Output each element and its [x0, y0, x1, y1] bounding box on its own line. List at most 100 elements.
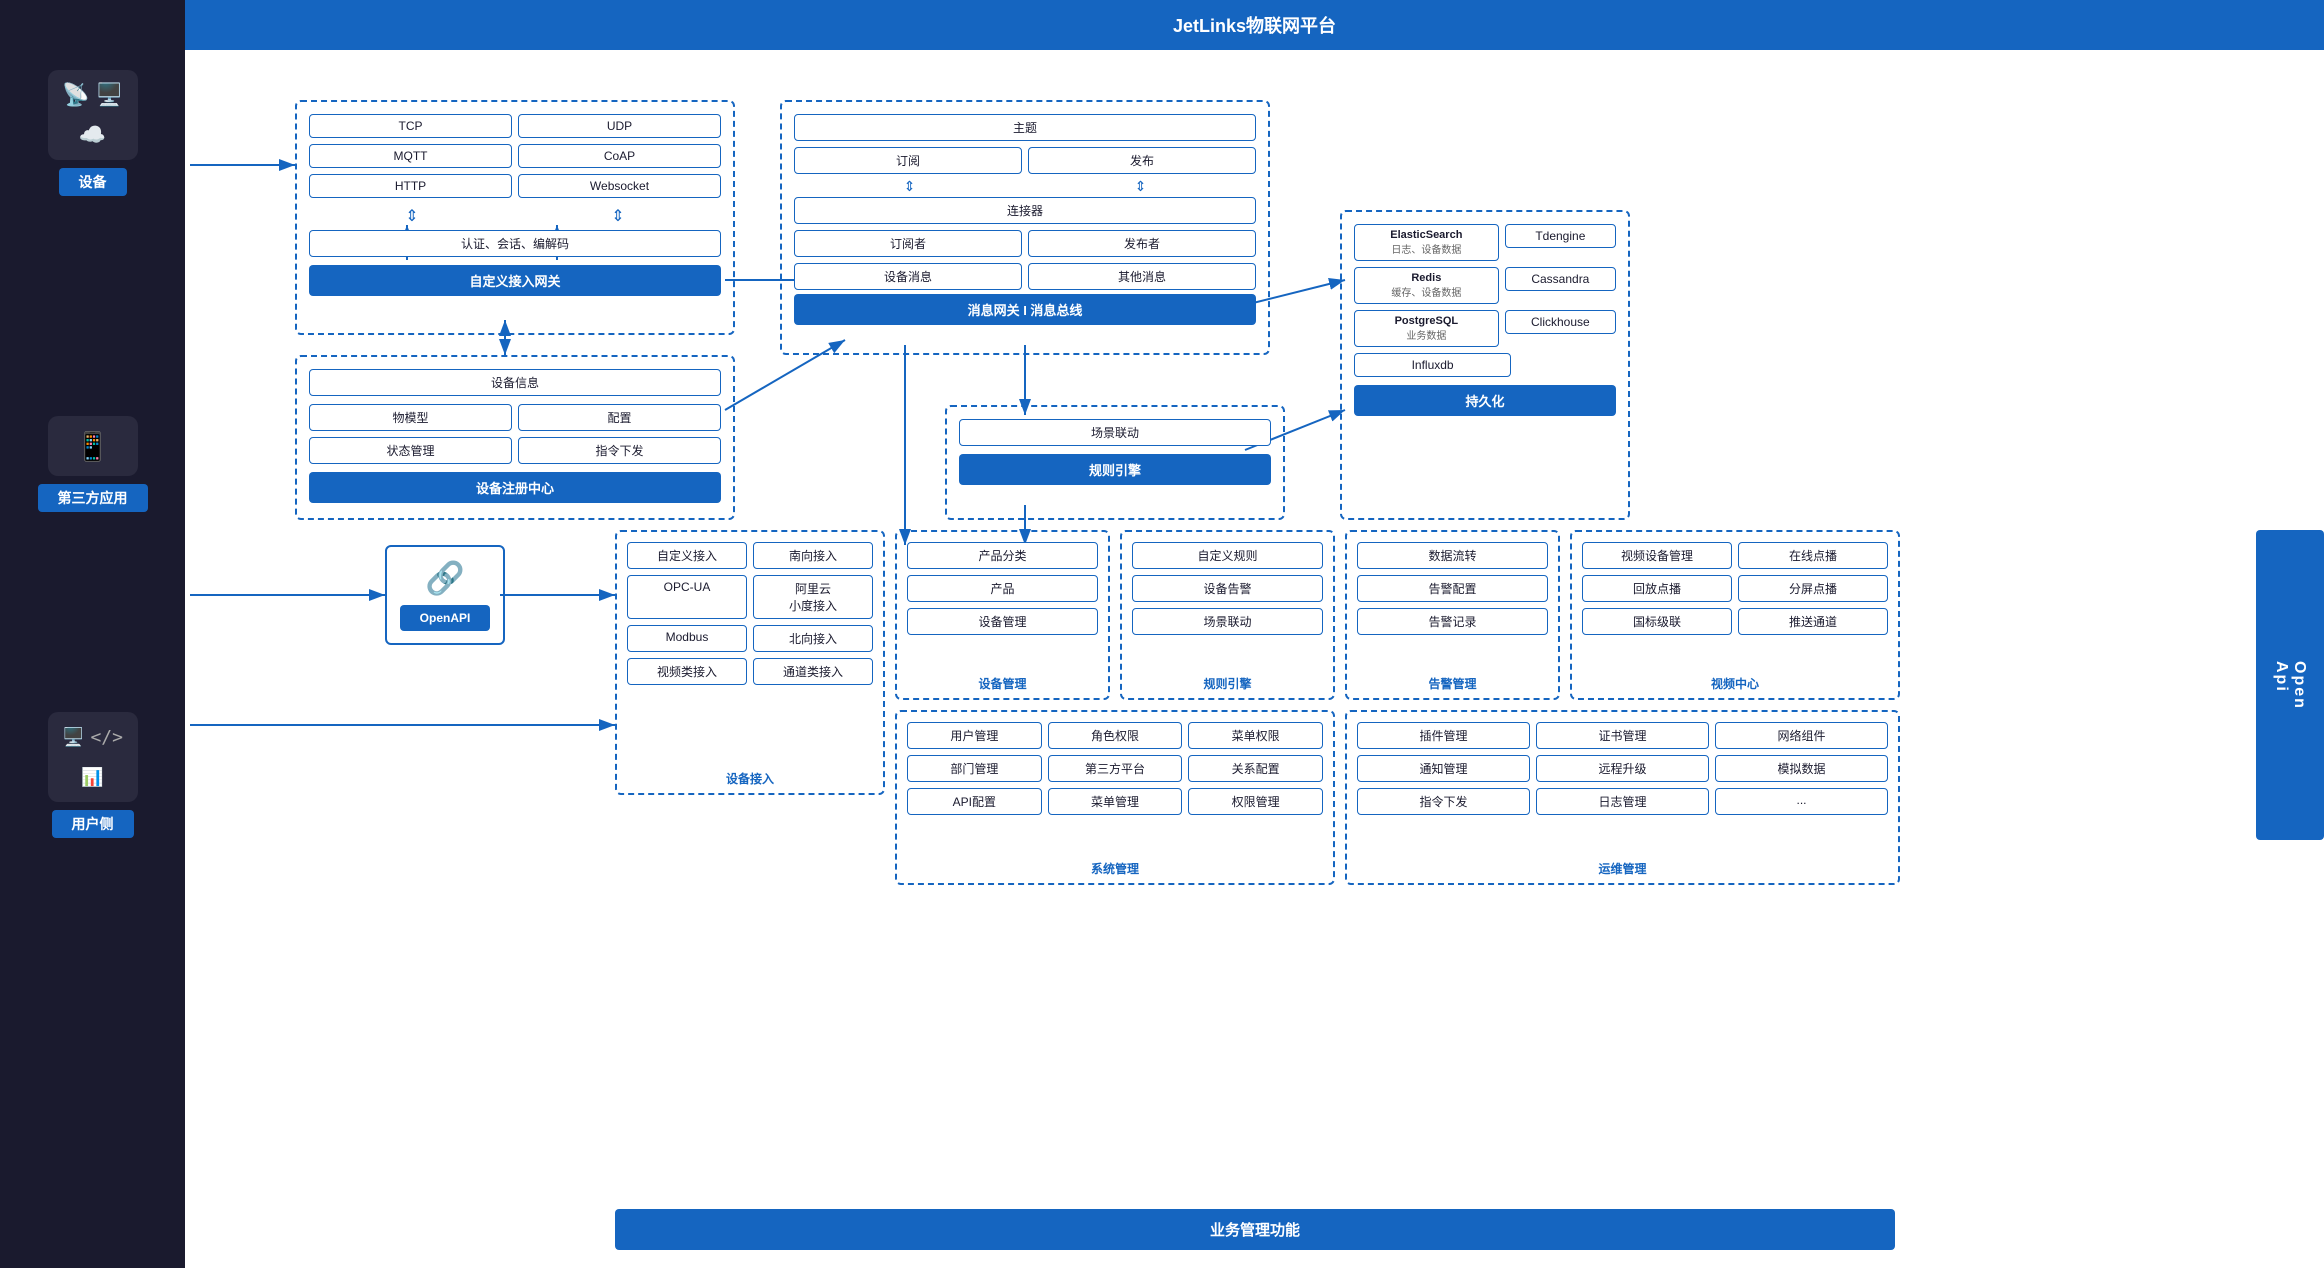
config-chip: 配置	[518, 404, 721, 431]
main-content: JetLinks物联网平台	[185, 0, 2324, 1268]
cmd-send-chip: 指令下发	[1357, 788, 1530, 815]
ops-mgmt-box: 插件管理 证书管理 网络组件 通知管理 远程升级 模拟数据 指令下发 日志管理 …	[1345, 710, 1900, 885]
device-icon: 🖥️	[96, 82, 123, 108]
influxdb-chip: Influxdb	[1354, 353, 1511, 377]
clickhouse-chip: Clickhouse	[1505, 310, 1616, 334]
pg-chip: PostgreSQL 业务数据	[1354, 310, 1499, 347]
video-center-box: 视频设备管理 在线点播 回放点播 分屏点播 国标级联 推送通道 视频中心	[1570, 530, 1900, 700]
menu-perm-chip: 菜单权限	[1188, 722, 1323, 749]
network-comp-chip: 网络组件	[1715, 722, 1888, 749]
model-chip: 物模型	[309, 404, 512, 431]
more-chip: ...	[1715, 788, 1888, 815]
mobile-icon: 📱	[75, 430, 110, 463]
log-mgmt-chip: 日志管理	[1536, 788, 1709, 815]
modbus-chip: Modbus	[627, 625, 747, 652]
device-mgmt-chip: 设备管理	[907, 608, 1098, 635]
openapi-icon: 🔗	[425, 559, 465, 597]
publish-chip: 发布	[1028, 147, 1256, 174]
status-chip: 状态管理	[309, 437, 512, 464]
video-center-label: 视频中心	[1711, 675, 1759, 692]
open-api-right-label: OpenApi	[2272, 661, 2308, 710]
topic-chip: 主题	[794, 114, 1256, 141]
rule-section-box: 自定义规则 设备告警 场景联动 规则引擎	[1120, 530, 1335, 700]
device-info-box: 设备信息 物模型 配置 状态管理 指令下发 设备注册中心	[295, 355, 735, 520]
rule-btn: 规则引擎	[959, 454, 1271, 485]
business-mgmt-btn: 业务管理功能	[615, 1209, 1895, 1250]
sidebar-group-userside: 🖥️ </> 📊 用户侧	[48, 712, 138, 838]
sys-mgmt-box: 用户管理 角色权限 菜单权限 部门管理 第三方平台 关系配置 API配置 菜单管…	[895, 710, 1335, 885]
product-category-chip: 产品分类	[907, 542, 1098, 569]
device-info-chip: 设备信息	[309, 369, 721, 396]
opcua-chip: OPC-UA	[627, 575, 747, 619]
http-chip: HTTP	[309, 174, 512, 198]
device-mgmt-box: 产品分类 产品 设备管理 设备管理	[895, 530, 1110, 700]
plugin-mgmt-chip: 插件管理	[1357, 722, 1530, 749]
relation-config-chip: 关系配置	[1188, 755, 1323, 782]
device-access-label: 设备接入	[726, 770, 774, 787]
alarm-mgmt-box: 数据流转 告警配置 告警记录 告警管理	[1345, 530, 1560, 700]
rule-engine-box: 场景联动 规则引擎	[945, 405, 1285, 520]
gateway-btn: 自定义接入网关	[309, 265, 721, 296]
persistence-box: ElasticSearch 日志、设备数据 Tdengine Redis 缓存、…	[1340, 210, 1630, 520]
notify-mgmt-chip: 通知管理	[1357, 755, 1530, 782]
third-platform-chip: 第三方平台	[1048, 755, 1183, 782]
ops-mgmt-label: 运维管理	[1598, 860, 1646, 877]
platform-title: JetLinks物联网平台	[185, 0, 2324, 50]
monitor-icon: 🖥️	[62, 727, 84, 748]
websocket-chip: Websocket	[518, 174, 721, 198]
subscribe-chip: 订阅	[794, 147, 1022, 174]
connector-chip: 连接器	[794, 197, 1256, 224]
tdengine-chip: Tdengine	[1505, 224, 1616, 248]
cert-mgmt-chip: 证书管理	[1536, 722, 1709, 749]
custom-rule-chip: 自定义规则	[1132, 542, 1323, 569]
remote-upgrade-chip: 远程升级	[1536, 755, 1709, 782]
scene-chip: 场景联动	[959, 419, 1271, 446]
push-channel-chip: 推送通道	[1738, 608, 1888, 635]
coap-chip: CoAP	[518, 144, 721, 168]
thirdparty-icons-box: 📱	[48, 416, 138, 476]
open-api-right-panel: OpenApi	[2256, 530, 2324, 840]
video-device-mgmt-chip: 视频设备管理	[1582, 542, 1732, 569]
replay-vod-chip: 回放点播	[1582, 575, 1732, 602]
data-flow-chip: 数据流转	[1357, 542, 1548, 569]
subscriber-chip: 订阅者	[794, 230, 1022, 257]
gb-cascade-chip: 国标级联	[1582, 608, 1732, 635]
split-screen-chip: 分屏点播	[1738, 575, 1888, 602]
auth-chip: 认证、会话、编解码	[309, 230, 721, 257]
thirdparty-label: 第三方应用	[38, 484, 148, 512]
scene-linkage-chip: 场景联动	[1132, 608, 1323, 635]
device-mgmt-label: 设备管理	[978, 675, 1026, 692]
channel-access-chip: 通道类接入	[753, 658, 873, 685]
openapi-btn: OpenAPI	[400, 605, 490, 631]
diagram-area: TCP UDP MQTT CoAP HTTP Websocket ⇕ ⇕ 认证、…	[185, 50, 2324, 1268]
sys-mgmt-label: 系统管理	[1091, 860, 1139, 877]
north-access-chip: 北向接入	[753, 625, 873, 652]
persistence-btn: 持久化	[1354, 385, 1616, 416]
cloud-icon: ☁️	[79, 122, 106, 148]
sidebar-group-thirdparty: 📱 第三方应用	[38, 416, 148, 512]
userside-icons-box: 🖥️ </> 📊	[48, 712, 138, 802]
other-msg-chip: 其他消息	[1028, 263, 1256, 290]
wifi-icon: 📡	[62, 82, 89, 108]
perm-mgmt-chip: 权限管理	[1188, 788, 1323, 815]
openapi-box: 🔗 OpenAPI	[385, 545, 505, 645]
south-access-chip: 南向接入	[753, 542, 873, 569]
custom-access-chip: 自定义接入	[627, 542, 747, 569]
menu-mgmt-chip: 菜单管理	[1048, 788, 1183, 815]
publisher-chip: 发布者	[1028, 230, 1256, 257]
es-chip: ElasticSearch 日志、设备数据	[1354, 224, 1499, 261]
register-btn: 设备注册中心	[309, 472, 721, 503]
cassandra-chip: Cassandra	[1505, 267, 1616, 291]
cmd-chip: 指令下发	[518, 437, 721, 464]
api-config-chip: API配置	[907, 788, 1042, 815]
online-vod-chip: 在线点播	[1738, 542, 1888, 569]
device-access-box: 自定义接入 南向接入 OPC-UA 阿里云 小度接入 Modbus 北向接入 视…	[615, 530, 885, 795]
rule-section-label: 规则引擎	[1203, 675, 1251, 692]
role-perm-chip: 角色权限	[1048, 722, 1183, 749]
device-msg-chip: 设备消息	[794, 263, 1022, 290]
sidebar-group-device: 📡 🖥️ ☁️ 设备	[48, 70, 138, 196]
simulate-data-chip: 模拟数据	[1715, 755, 1888, 782]
dept-mgmt-chip: 部门管理	[907, 755, 1042, 782]
gateway-box: TCP UDP MQTT CoAP HTTP Websocket ⇕ ⇕ 认证、…	[295, 100, 735, 335]
userside-label: 用户侧	[52, 810, 134, 838]
